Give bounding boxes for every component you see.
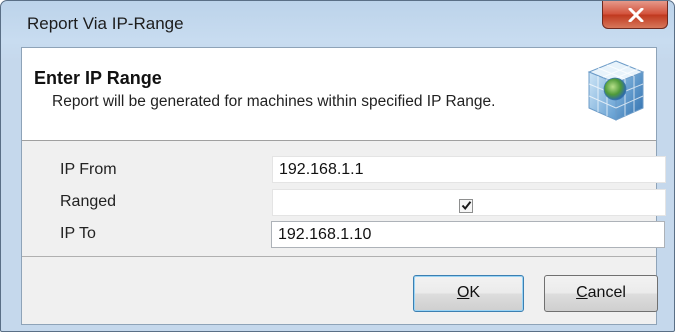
dialog-window: Report Via IP-Range Enter IP Range Repor… (0, 0, 675, 332)
header-description: Report will be generated for machines wi… (52, 93, 496, 110)
close-icon (628, 8, 644, 22)
button-separator (22, 256, 656, 257)
dialog-client-area: Enter IP Range Report will be generated … (21, 47, 666, 325)
window-title: Report Via IP-Range (27, 14, 184, 33)
dialog-header: Enter IP Range Report will be generated … (22, 48, 656, 141)
cancel-mnemonic: C (576, 284, 588, 301)
checkmark-icon (461, 201, 472, 211)
header-title: Enter IP Range (34, 68, 162, 88)
cancel-label-rest: ancel (587, 284, 626, 301)
ok-button[interactable]: OK (413, 275, 524, 312)
ip-from-label: IP From (60, 161, 117, 178)
ip-from-field[interactable]: 192.168.1.1 (272, 156, 666, 183)
ok-mnemonic: O (456, 284, 470, 301)
title-bar[interactable]: Report Via IP-Range (1, 1, 674, 47)
ip-to-label: IP To (60, 225, 96, 242)
ok-label-rest: K (469, 284, 481, 301)
cancel-button[interactable]: Cancel (544, 275, 658, 312)
ranged-checkbox[interactable] (459, 199, 473, 213)
close-button[interactable] (602, 1, 668, 29)
ip-to-input[interactable]: 192.168.1.10 (271, 221, 665, 248)
ranged-label: Ranged (60, 193, 117, 210)
network-cube-icon (587, 60, 645, 121)
